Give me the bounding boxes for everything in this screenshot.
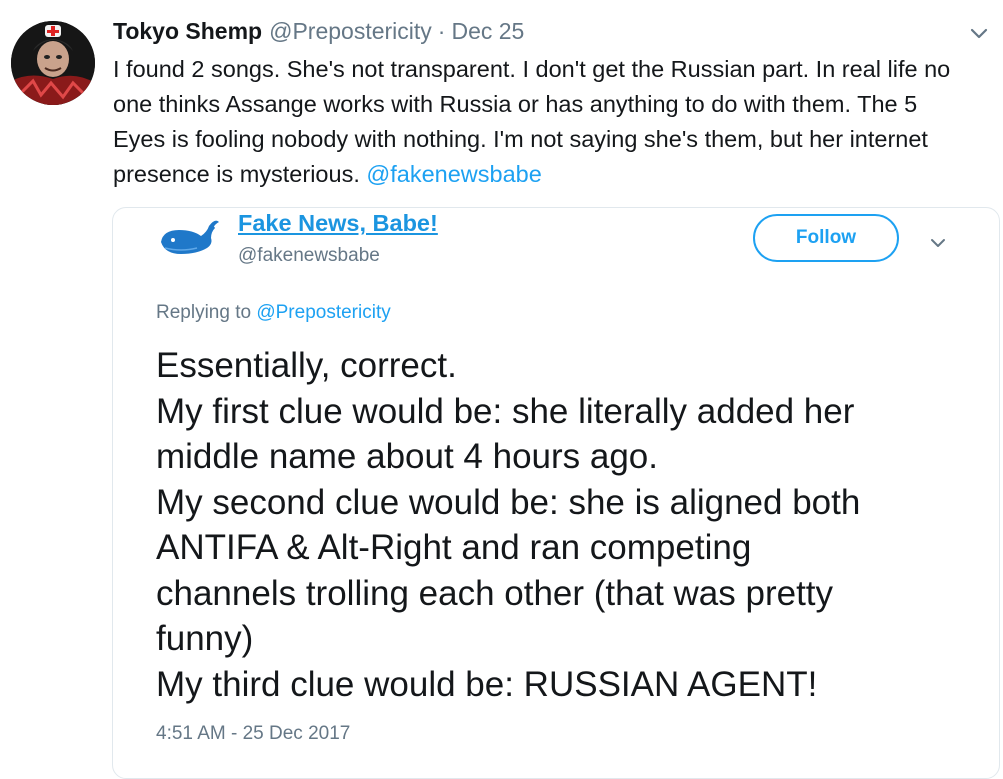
- tweet-date[interactable]: Dec 25: [451, 18, 524, 45]
- quoted-text-line: My first clue would be: she literally ad…: [156, 391, 855, 431]
- follow-button[interactable]: Follow: [753, 214, 899, 262]
- replying-to-link[interactable]: @Prepostericity: [256, 302, 390, 323]
- quoted-display-name[interactable]: Fake News, Babe!: [238, 210, 438, 237]
- tweet-text-line: I found 2 songs. She's not transparent. …: [113, 56, 951, 82]
- replying-to: Replying to @Prepostericity: [156, 302, 391, 324]
- tweet-text-line: Eyes is fooling nobody with nothing. I'm…: [113, 126, 928, 152]
- mention-link[interactable]: @fakenewsbabe: [366, 161, 541, 187]
- user-handle[interactable]: @Prepostericity: [269, 18, 432, 45]
- quoted-text-line: middle name about 4 hours ago.: [156, 437, 658, 476]
- avatar[interactable]: [11, 21, 95, 105]
- whale-icon[interactable]: [157, 218, 221, 258]
- tweet-text-fragment: presence is mysterious.: [113, 161, 367, 187]
- tweet-text-line: presence is mysterious. @fakenewsbabe: [113, 157, 993, 192]
- separator-dot: ·: [437, 18, 446, 44]
- quoted-tweet-text: Essentially, correct. My first clue woul…: [156, 343, 986, 707]
- quoted-text-line: funny): [156, 619, 254, 658]
- display-name[interactable]: Tokyo Shemp: [113, 18, 262, 45]
- chevron-down-icon[interactable]: [927, 235, 949, 251]
- avatar-photo-icon: [11, 21, 95, 105]
- quoted-text-line: ANTIFA & Alt-Right and ran competing: [156, 528, 752, 567]
- tweet-text: I found 2 songs. She's not transparent. …: [113, 52, 993, 192]
- quoted-text-line: channels trolling each other (that was p…: [156, 573, 834, 613]
- quoted-text-line: My second clue would be: she is aligned …: [156, 482, 861, 522]
- replying-prefix: Replying to: [156, 302, 257, 323]
- chevron-down-icon[interactable]: [966, 24, 992, 44]
- quoted-user-handle[interactable]: @fakenewsbabe: [238, 245, 380, 267]
- quoted-timestamp[interactable]: 4:51 AM - 25 Dec 2017: [156, 723, 350, 745]
- tweet: Tokyo Shemp @Prepostericity · Dec 25 I f…: [0, 0, 1003, 779]
- quoted-text-line: My third clue would be: RUSSIAN AGENT!: [156, 664, 818, 704]
- quoted-text-line: Essentially, correct.: [156, 346, 457, 385]
- tweet-header: Tokyo Shemp @Prepostericity · Dec 25: [113, 18, 524, 48]
- quoted-tweet[interactable]: Fake News, Babe! @fakenewsbabe Follow Re…: [112, 207, 1000, 779]
- tweet-text-line: one thinks Assange works with Russia or …: [113, 91, 918, 117]
